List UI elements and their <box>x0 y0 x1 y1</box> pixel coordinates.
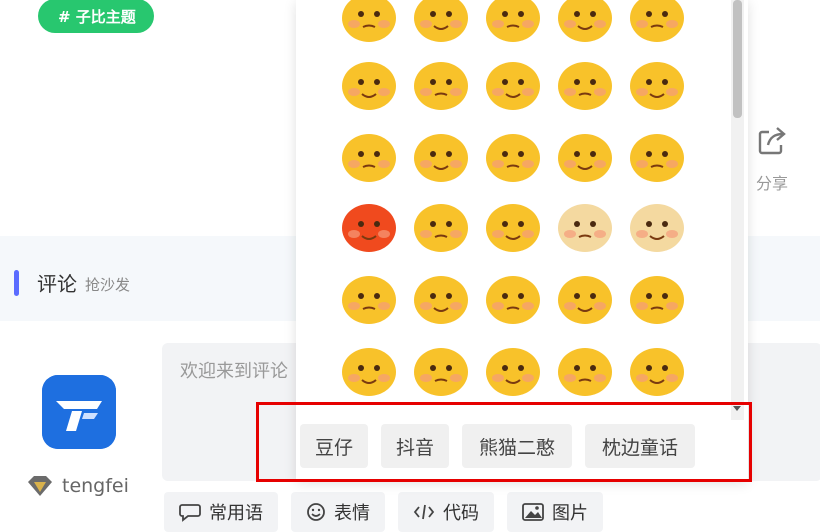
emoji-sticker[interactable] <box>628 200 686 254</box>
emoji-sticker[interactable] <box>484 272 542 326</box>
emoji-sticker[interactable] <box>484 200 542 254</box>
emoji-sticker[interactable] <box>412 0 470 44</box>
topic-tag[interactable]: # 子比主题 <box>38 0 154 33</box>
emoji-sticker[interactable] <box>628 344 686 398</box>
emoji-sticker[interactable] <box>628 130 686 184</box>
quick-phrases-label: 常用语 <box>209 503 263 524</box>
user-info: tengfei <box>26 474 129 498</box>
emoji-sticker[interactable] <box>340 58 398 112</box>
comments-subtitle: 抢沙发 <box>85 276 131 294</box>
image-button[interactable]: 图片 <box>507 492 603 532</box>
emoji-sticker[interactable] <box>412 344 470 398</box>
emoji-tabs-highlight-box <box>256 402 752 482</box>
emoji-sticker[interactable] <box>484 130 542 184</box>
share-button[interactable]: 分享 <box>752 124 792 194</box>
emoji-sticker[interactable] <box>628 58 686 112</box>
emoji-sticker[interactable] <box>484 0 542 44</box>
emoji-sticker[interactable] <box>556 272 614 326</box>
emoji-label: 表情 <box>334 503 370 524</box>
chat-bubble-icon <box>179 504 201 522</box>
share-icon <box>758 127 786 155</box>
emoji-sticker[interactable] <box>340 130 398 184</box>
emoji-sticker[interactable] <box>412 272 470 326</box>
quick-phrases-button[interactable]: 常用语 <box>164 492 278 532</box>
code-icon <box>413 504 435 520</box>
avatar[interactable] <box>42 375 116 449</box>
emoji-sticker[interactable] <box>340 200 398 254</box>
emoji-sticker[interactable] <box>556 58 614 112</box>
emoji-button[interactable]: 表情 <box>291 492 385 532</box>
smile-icon <box>307 503 325 521</box>
editor-toolbar: 常用语 表情 代码 图片 <box>164 492 603 532</box>
comments-accent-bar <box>14 269 19 296</box>
emoji-sticker[interactable] <box>412 130 470 184</box>
site-logo-icon <box>42 375 116 449</box>
emoji-scrollbar-thumb[interactable] <box>733 0 742 118</box>
emoji-sticker[interactable] <box>484 344 542 398</box>
emoji-sticker[interactable] <box>412 200 470 254</box>
topic-tag-label: # 子比主题 <box>58 7 136 26</box>
image-icon <box>522 503 544 521</box>
emoji-sticker[interactable] <box>628 0 686 44</box>
code-label: 代码 <box>443 503 479 524</box>
emoji-sticker[interactable] <box>556 0 614 44</box>
diamond-badge-icon <box>28 476 52 496</box>
image-label: 图片 <box>552 503 588 524</box>
code-button[interactable]: 代码 <box>398 492 494 532</box>
emoji-sticker[interactable] <box>556 200 614 254</box>
emoji-sticker[interactable] <box>628 272 686 326</box>
emoji-sticker[interactable] <box>340 272 398 326</box>
emoji-sticker[interactable] <box>340 0 398 44</box>
comment-input-placeholder: 欢迎来到评论 <box>180 361 288 382</box>
emoji-sticker[interactable] <box>412 58 470 112</box>
user-name: tengfei <box>62 475 129 497</box>
emoji-sticker[interactable] <box>340 344 398 398</box>
emoji-scrollbar[interactable] <box>731 0 744 420</box>
comments-title: 评论 <box>37 272 77 296</box>
share-label: 分享 <box>755 174 788 193</box>
comments-header: 评论 抢沙发 <box>14 268 130 297</box>
emoji-sticker[interactable] <box>484 58 542 112</box>
emoji-sticker[interactable] <box>556 344 614 398</box>
emoji-sticker[interactable] <box>556 130 614 184</box>
